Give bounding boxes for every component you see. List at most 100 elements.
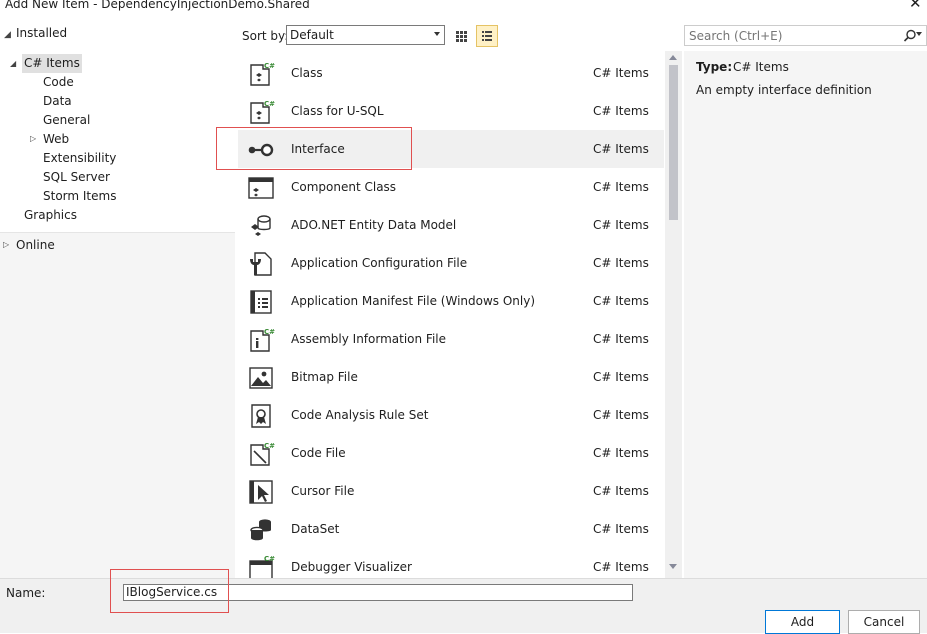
config-file-icon bbox=[250, 252, 272, 276]
template-item-code-analysis-rule-set[interactable]: Code Analysis Rule Set C# Items bbox=[238, 396, 664, 434]
svg-text:C#: C# bbox=[264, 328, 275, 336]
template-name: Code File bbox=[291, 446, 346, 460]
tree-item-extensibility[interactable]: Extensibility bbox=[43, 149, 116, 168]
template-category: C# Items bbox=[593, 484, 649, 498]
installed-section bbox=[0, 14, 235, 233]
template-category: C# Items bbox=[593, 370, 649, 384]
template-name: Class bbox=[291, 66, 323, 80]
template-item-class[interactable]: C# Class C# Items bbox=[238, 54, 664, 92]
chevron-down-icon[interactable]: ◢ bbox=[10, 59, 16, 68]
svg-text:C#: C# bbox=[264, 442, 275, 450]
scroll-down-icon[interactable] bbox=[669, 564, 677, 569]
tree-item-graphics[interactable]: Graphics bbox=[24, 206, 77, 225]
template-item-application-configuration-file[interactable]: Application Configuration File C# Items bbox=[238, 244, 664, 282]
code-file-icon: C# bbox=[250, 442, 275, 466]
chevron-right-icon[interactable]: ▷ bbox=[3, 240, 9, 249]
scrollbar-thumb[interactable] bbox=[669, 65, 678, 220]
svg-text:C#: C# bbox=[264, 100, 275, 108]
tree-item-storm-items[interactable]: Storm Items bbox=[43, 187, 116, 206]
interface-icon bbox=[248, 143, 274, 157]
tree-item-general[interactable]: General bbox=[43, 111, 90, 130]
cursor-file-icon bbox=[249, 480, 273, 504]
template-category: C# Items bbox=[593, 446, 649, 460]
template-category: C# Items bbox=[593, 142, 649, 156]
template-name: Application Configuration File bbox=[291, 256, 468, 270]
tree-item-web[interactable]: Web bbox=[43, 130, 69, 149]
template-name: Cursor File bbox=[291, 484, 355, 498]
cancel-button[interactable]: Cancel bbox=[848, 610, 920, 634]
template-item-application-manifest-file[interactable]: Application Manifest File (Windows Only)… bbox=[238, 282, 664, 320]
template-list: C# Class C# Items C# Class for U-SQL C# … bbox=[238, 51, 664, 578]
template-name: DataSet bbox=[291, 522, 340, 536]
add-button[interactable]: Add bbox=[765, 610, 840, 634]
rule-set-icon bbox=[251, 404, 271, 428]
class-icon: C# bbox=[250, 62, 275, 86]
template-name: Debugger Visualizer bbox=[291, 560, 412, 574]
template-item-cursor-file[interactable]: Cursor File C# Items bbox=[238, 472, 664, 510]
template-name: Application Manifest File (Windows Only) bbox=[291, 294, 536, 308]
template-description: An empty interface definition bbox=[696, 83, 872, 97]
small-icons-view-button[interactable] bbox=[450, 25, 472, 47]
sort-by-dropdown[interactable]: Default bbox=[286, 25, 445, 45]
bitmap-icon bbox=[249, 367, 273, 389]
sort-by-value: Default bbox=[290, 28, 334, 42]
template-item-interface[interactable]: Interface C# Items bbox=[238, 130, 664, 168]
svg-text:C#: C# bbox=[264, 62, 275, 70]
close-icon[interactable]: ✕ bbox=[909, 0, 922, 11]
tree-online[interactable]: Online bbox=[16, 236, 55, 255]
type-value: C# Items bbox=[733, 60, 789, 74]
template-item-dataset[interactable]: DataSet C# Items bbox=[238, 510, 664, 548]
tree-installed[interactable]: Installed bbox=[16, 24, 67, 43]
template-list-scrollbar[interactable] bbox=[665, 51, 682, 578]
svg-text:C#: C# bbox=[264, 555, 275, 563]
template-item-bitmap-file[interactable]: Bitmap File C# Items bbox=[238, 358, 664, 396]
template-item-code-file[interactable]: C# Code File C# Items bbox=[238, 434, 664, 472]
template-category: C# Items bbox=[593, 180, 649, 194]
window-title: Add New Item - DependencyInjectionDemo.S… bbox=[5, 0, 310, 11]
list-view-button[interactable] bbox=[476, 25, 498, 47]
tree-item-sql-server[interactable]: SQL Server bbox=[43, 168, 110, 187]
tree-item-code[interactable]: Code bbox=[43, 73, 74, 92]
type-label: Type: bbox=[696, 60, 733, 74]
search-options-arrow-icon[interactable] bbox=[916, 32, 922, 36]
list-view-icon bbox=[482, 31, 492, 41]
name-input[interactable]: IBlogService.cs bbox=[123, 584, 633, 601]
entity-model-icon bbox=[251, 215, 271, 236]
template-category: C# Items bbox=[593, 256, 649, 270]
dataset-icon bbox=[250, 519, 271, 541]
template-name: Bitmap File bbox=[291, 370, 358, 384]
template-item-component-class[interactable]: Component Class C# Items bbox=[238, 168, 664, 206]
template-name: Class for U-SQL bbox=[291, 104, 384, 118]
tree-item-data[interactable]: Data bbox=[43, 92, 72, 111]
sort-by-label: Sort by: bbox=[242, 29, 289, 43]
assembly-info-icon: C# bbox=[250, 328, 275, 352]
template-category: C# Items bbox=[593, 408, 649, 422]
template-item-debugger-visualizer[interactable]: C# Debugger Visualizer C# Items bbox=[238, 548, 664, 578]
tree-item-csharp-items[interactable]: C# Items bbox=[22, 54, 82, 73]
template-name: Assembly Information File bbox=[291, 332, 447, 346]
manifest-file-icon bbox=[250, 290, 272, 314]
grid-view-icon bbox=[456, 31, 467, 42]
template-item-class-for-usql[interactable]: C# Class for U-SQL C# Items bbox=[238, 92, 664, 130]
template-category: C# Items bbox=[593, 332, 649, 346]
template-category: C# Items bbox=[593, 104, 649, 118]
template-category: C# Items bbox=[593, 218, 649, 232]
chevron-right-icon[interactable]: ▷ bbox=[30, 134, 36, 143]
template-category: C# Items bbox=[593, 66, 649, 80]
template-item-ado-net-entity-data-model[interactable]: ADO.NET Entity Data Model C# Items bbox=[238, 206, 664, 244]
component-class-icon bbox=[248, 177, 274, 199]
name-label: Name: bbox=[6, 586, 46, 600]
search-box[interactable] bbox=[684, 25, 927, 46]
debugger-visualizer-icon: C# bbox=[249, 555, 275, 578]
template-name: Interface bbox=[291, 142, 345, 156]
search-icon[interactable] bbox=[903, 29, 917, 43]
template-item-assembly-information-file[interactable]: C# Assembly Information File C# Items bbox=[238, 320, 664, 358]
title-bar: Add New Item - DependencyInjectionDemo.S… bbox=[0, 0, 927, 14]
template-category: C# Items bbox=[593, 560, 649, 574]
template-category: C# Items bbox=[593, 294, 649, 308]
template-category: C# Items bbox=[593, 522, 649, 536]
dropdown-arrow-icon bbox=[434, 32, 440, 36]
chevron-down-icon[interactable]: ◢ bbox=[4, 30, 11, 40]
search-input[interactable] bbox=[687, 27, 901, 45]
scroll-up-icon[interactable] bbox=[669, 55, 677, 60]
